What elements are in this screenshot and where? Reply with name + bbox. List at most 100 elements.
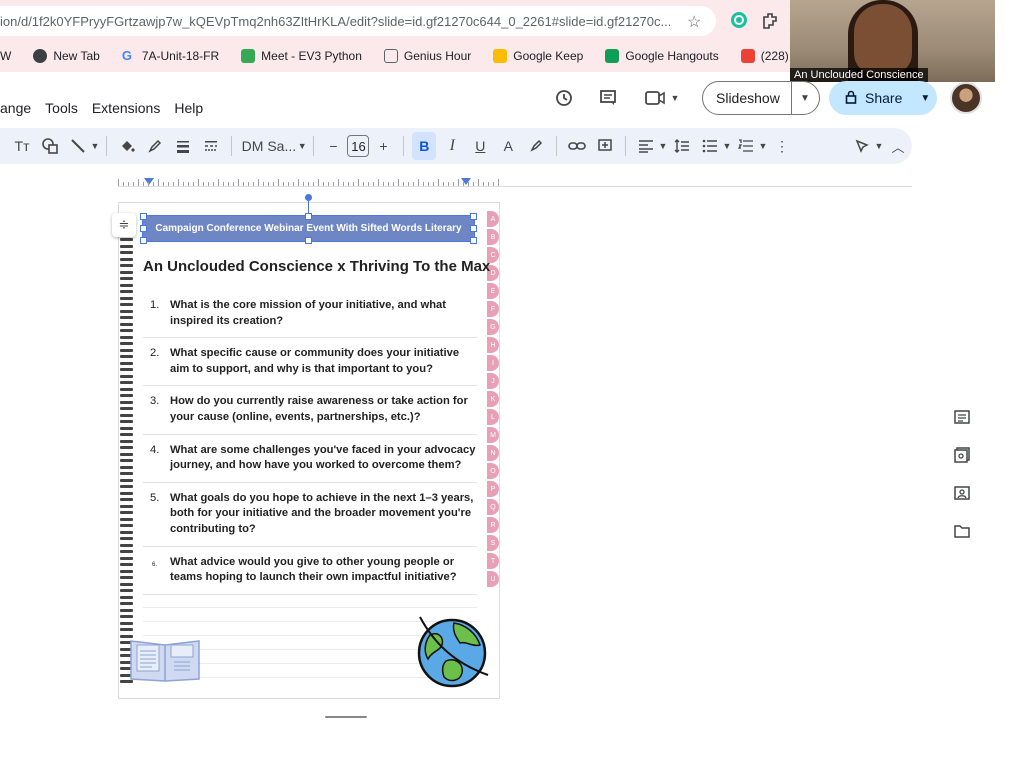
version-history-icon[interactable] bbox=[548, 82, 580, 114]
border-weight-icon[interactable] bbox=[171, 132, 195, 160]
url-text[interactable]: ion/d/1f2k0YFPryyFGrtzawjp7w_kQEVpTmq2nh… bbox=[0, 14, 670, 29]
underline-button[interactable]: U bbox=[468, 132, 492, 160]
contacts-icon[interactable] bbox=[944, 474, 980, 512]
resize-handle[interactable] bbox=[305, 213, 312, 220]
font-size-input[interactable]: 16 bbox=[347, 135, 370, 157]
alphabet-tab[interactable]: F bbox=[487, 301, 499, 317]
bookmark-meet[interactable]: Meet - EV3 Python bbox=[241, 49, 362, 63]
bookmark-w[interactable]: W bbox=[0, 49, 11, 63]
text-style-button[interactable]: Tт bbox=[10, 132, 34, 160]
alphabet-tab[interactable]: I bbox=[487, 355, 499, 371]
slide-canvas[interactable]: Campaign Conference Webinar Event With S… bbox=[118, 194, 500, 699]
line-spacing-icon[interactable] bbox=[670, 132, 694, 160]
chevron-down-icon[interactable]: ▼ bbox=[874, 132, 884, 160]
resize-handle[interactable] bbox=[470, 213, 477, 220]
share-button[interactable]: Share ▼ bbox=[829, 81, 937, 115]
question-item[interactable]: 2. What specific cause or community does … bbox=[143, 346, 477, 387]
alphabet-tab[interactable]: J bbox=[487, 373, 499, 389]
pen-tool-icon[interactable] bbox=[850, 132, 874, 160]
numbered-list-icon[interactable] bbox=[734, 132, 758, 160]
speaker-notes-drag-handle[interactable] bbox=[325, 716, 367, 718]
more-options-icon[interactable]: ⋮ bbox=[770, 132, 794, 160]
bulleted-list-icon[interactable] bbox=[698, 132, 722, 160]
share-dropdown-icon[interactable]: ▼ bbox=[920, 93, 930, 104]
rotate-handle[interactable] bbox=[305, 194, 312, 201]
alphabet-tab[interactable]: G bbox=[487, 319, 499, 335]
folder-icon[interactable] bbox=[944, 512, 980, 550]
text-color-button[interactable]: A bbox=[496, 132, 520, 160]
alphabet-tab[interactable]: M bbox=[487, 427, 499, 443]
question-item[interactable]: 4. What are some challenges you've faced … bbox=[143, 443, 477, 483]
comments-icon[interactable] bbox=[592, 82, 624, 114]
collapse-toolbar-icon[interactable]: ︿ bbox=[886, 132, 910, 160]
grammarly-extension-icon[interactable] bbox=[729, 10, 749, 30]
chevron-down-icon[interactable]: ▼ bbox=[658, 132, 668, 160]
align-icon[interactable] bbox=[634, 132, 658, 160]
alphabet-tab[interactable]: S bbox=[487, 535, 499, 551]
bookmark-new-tab[interactable]: New Tab bbox=[33, 49, 100, 63]
italic-button[interactable]: I bbox=[440, 132, 464, 160]
bookmark-google-hangouts[interactable]: Google Hangouts bbox=[605, 49, 719, 63]
alphabet-tab[interactable]: P bbox=[487, 481, 499, 497]
increase-font-size-button[interactable]: + bbox=[371, 132, 395, 160]
alphabet-tab[interactable]: E bbox=[487, 283, 499, 299]
question-item[interactable]: 5. What goals do you hope to achieve in t… bbox=[143, 491, 477, 547]
resize-handle[interactable] bbox=[470, 237, 477, 244]
question-item[interactable]: 6. What advice would you give to other yo… bbox=[143, 555, 477, 595]
address-bar[interactable]: ion/d/1f2k0YFPryyFGrtzawjp7w_kQEVpTmq2nh… bbox=[0, 6, 716, 36]
chevron-down-icon[interactable]: ▼ bbox=[722, 132, 732, 160]
font-family-select[interactable]: DM Sa... ▼ bbox=[238, 138, 307, 154]
fill-color-icon[interactable] bbox=[115, 132, 139, 160]
alphabet-tab[interactable]: Q bbox=[487, 499, 499, 515]
resize-handle[interactable] bbox=[305, 237, 312, 244]
calendar-icon[interactable] bbox=[944, 398, 980, 436]
chevron-down-icon[interactable]: ▼ bbox=[90, 132, 100, 160]
bookmark-youtube[interactable]: (228) 1-HOUR ST... bbox=[740, 49, 790, 63]
slide-title[interactable]: An Unclouded Conscience x Thriving To th… bbox=[143, 258, 490, 275]
extensions-puzzle-icon[interactable] bbox=[760, 10, 780, 30]
slideshow-button[interactable]: Slideshow ▼ bbox=[702, 81, 820, 115]
chevron-down-icon[interactable]: ▼ bbox=[758, 132, 768, 160]
alphabet-tab[interactable]: O bbox=[487, 463, 499, 479]
slideshow-dropdown-icon[interactable]: ▼ bbox=[792, 93, 810, 104]
alphabet-tab[interactable]: U bbox=[487, 571, 499, 587]
menu-extensions[interactable]: Extensions bbox=[92, 100, 160, 116]
keep-notes-icon[interactable] bbox=[944, 436, 980, 474]
alphabet-tab[interactable]: R bbox=[487, 517, 499, 533]
alphabet-tab[interactable]: K bbox=[487, 391, 499, 407]
add-comment-icon[interactable] bbox=[593, 132, 617, 160]
line-icon[interactable] bbox=[66, 132, 90, 160]
bold-button[interactable]: B bbox=[412, 132, 437, 160]
alphabet-tab[interactable]: A bbox=[487, 211, 499, 227]
resize-handle[interactable] bbox=[140, 225, 147, 232]
alphabet-tab[interactable]: B bbox=[487, 229, 499, 245]
meet-present-icon[interactable]: ▼ bbox=[640, 82, 684, 114]
border-dash-icon[interactable] bbox=[199, 132, 223, 160]
menu-help[interactable]: Help bbox=[174, 100, 203, 116]
alphabet-tab[interactable]: L bbox=[487, 409, 499, 425]
insert-link-icon[interactable] bbox=[565, 132, 589, 160]
highlight-color-icon[interactable] bbox=[524, 132, 548, 160]
question-item[interactable]: 1. What is the core mission of your initi… bbox=[143, 298, 477, 339]
alphabet-tab[interactable]: H bbox=[487, 337, 499, 353]
resize-handle[interactable] bbox=[140, 213, 147, 220]
account-avatar[interactable] bbox=[950, 82, 982, 114]
globe-icon[interactable] bbox=[414, 613, 490, 689]
shape-icon[interactable] bbox=[38, 132, 62, 160]
alphabet-tab[interactable]: T bbox=[487, 553, 499, 569]
bookmark-7a-unit[interactable]: G 7A-Unit-18-FR bbox=[122, 49, 219, 64]
menu-arrange[interactable]: ange bbox=[0, 100, 31, 116]
border-color-icon[interactable] bbox=[143, 132, 167, 160]
alphabet-tab[interactable]: N bbox=[487, 445, 499, 461]
resize-handle[interactable] bbox=[140, 237, 147, 244]
text-box-options-icon[interactable]: ≑ bbox=[112, 213, 136, 237]
open-book-icon[interactable] bbox=[129, 635, 201, 683]
question-item[interactable]: 3. How do you currently raise awareness o… bbox=[143, 394, 477, 435]
horizontal-ruler[interactable] bbox=[118, 178, 500, 190]
bookmark-google-keep[interactable]: Google Keep bbox=[493, 49, 583, 63]
decrease-font-size-button[interactable]: − bbox=[321, 132, 345, 160]
menu-tools[interactable]: Tools bbox=[45, 100, 78, 116]
resize-handle[interactable] bbox=[470, 225, 477, 232]
bookmark-star-icon[interactable]: ☆ bbox=[687, 12, 701, 32]
bookmark-genius-hour[interactable]: Genius Hour bbox=[383, 49, 471, 63]
